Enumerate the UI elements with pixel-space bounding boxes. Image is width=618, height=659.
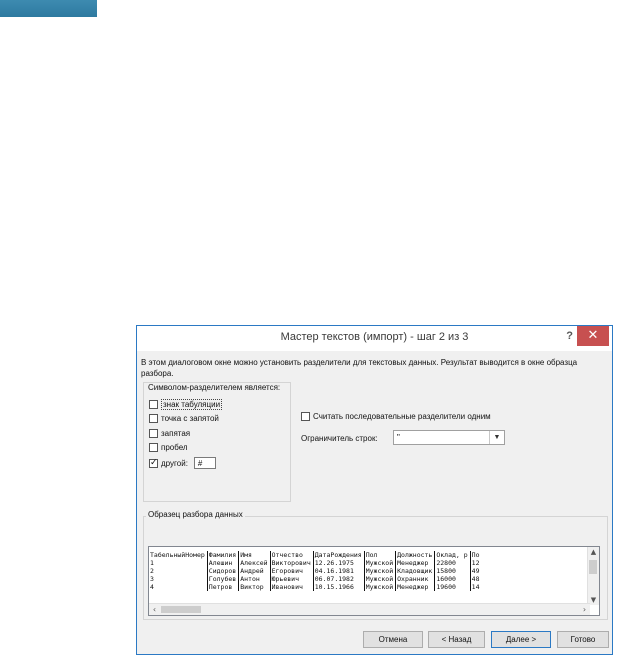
- table-cell[interactable]: 49: [469, 567, 482, 575]
- consecutive-checkbox[interactable]: [301, 412, 310, 421]
- table-cell[interactable]: Антон: [238, 575, 271, 583]
- finish-button[interactable]: Готово: [557, 631, 609, 648]
- table-cell[interactable]: 15800: [434, 567, 471, 575]
- data-preview-box[interactable]: ТабельныйНомер Фамилия Имя Отчество Дата…: [148, 546, 600, 616]
- table-cell[interactable]: Мужской: [363, 559, 396, 567]
- space-checkbox[interactable]: [149, 442, 158, 452]
- table-cell[interactable]: Андрей: [238, 567, 271, 575]
- table-cell[interactable]: Виктор: [238, 583, 271, 591]
- next-button[interactable]: Далее >: [491, 631, 551, 648]
- semicolon-label: точка с запятой: [161, 413, 219, 423]
- table-row: 2 Сидоров Андрей Егорович 04.16.1981 Муж…: [150, 567, 482, 575]
- table-cell[interactable]: 22800: [434, 559, 471, 567]
- tab-label: знак табуляции: [161, 398, 223, 410]
- table-cell[interactable]: Алексей: [238, 559, 271, 567]
- vertical-scrollbar[interactable]: ▲ ▼: [587, 547, 599, 605]
- tab-checkbox[interactable]: [149, 399, 158, 409]
- table-cell[interactable]: Пол: [363, 551, 396, 559]
- chevron-right-icon[interactable]: ›: [579, 604, 590, 615]
- table-cell[interactable]: Иванович: [269, 583, 314, 591]
- close-button[interactable]: ✕: [577, 326, 609, 346]
- other-delimiter-option[interactable]: другой: #: [149, 457, 216, 469]
- consecutive-label: Считать последовательные разделители одн…: [313, 412, 491, 421]
- table-cell[interactable]: По: [469, 551, 482, 559]
- table-cell[interactable]: 16000: [434, 575, 471, 583]
- table-cell[interactable]: 12.26.1975: [312, 559, 365, 567]
- table-cell[interactable]: 3: [150, 575, 207, 583]
- data-preview-table: ТабельныйНомер Фамилия Имя Отчество Дата…: [150, 551, 482, 591]
- other-checkbox[interactable]: [149, 457, 158, 468]
- table-row: ТабельныйНомер Фамилия Имя Отчество Дата…: [150, 551, 482, 559]
- chevron-up-icon[interactable]: ▲: [588, 547, 599, 557]
- table-row: 3 Голубев Антон Юрьевич 06.07.1982 Мужск…: [150, 575, 482, 583]
- horizontal-scroll-thumb[interactable]: [161, 606, 201, 613]
- consecutive-delimiters-option[interactable]: Считать последовательные разделители одн…: [301, 412, 491, 421]
- table-cell[interactable]: Менеджер: [395, 559, 435, 567]
- back-button[interactable]: < Назад: [428, 631, 485, 648]
- space-delimiter-option[interactable]: пробел: [149, 441, 188, 453]
- other-delimiter-input[interactable]: #: [193, 457, 216, 469]
- horizontal-scrollbar[interactable]: ‹ ›: [149, 603, 590, 615]
- semicolon-delimiter-option[interactable]: точка с запятой: [149, 412, 219, 424]
- table-cell[interactable]: Мужской: [363, 567, 396, 575]
- table-cell[interactable]: 14: [469, 583, 482, 591]
- tab-delimiter-option[interactable]: знак табуляции: [149, 398, 223, 410]
- table-cell[interactable]: Голубев: [206, 575, 239, 583]
- table-cell[interactable]: Юрьевич: [269, 575, 314, 583]
- table-cell[interactable]: Охранник: [395, 575, 435, 583]
- title-bar: Мастер текстов (импорт) - шаг 2 из 3 ? ✕: [137, 326, 612, 351]
- table-cell[interactable]: Сидоров: [206, 567, 239, 575]
- text-qualifier-label: Ограничитель строк:: [301, 434, 378, 443]
- table-cell[interactable]: 12: [469, 559, 482, 567]
- table-row: 1 Алешин Алексей Викторович 12.26.1975 М…: [150, 559, 482, 567]
- table-cell[interactable]: Кладовщик: [395, 567, 435, 575]
- table-cell[interactable]: Егорович: [269, 567, 314, 575]
- table-cell[interactable]: Фамилия: [206, 551, 239, 559]
- table-cell[interactable]: Мужской: [363, 583, 396, 591]
- table-cell[interactable]: 1: [150, 559, 207, 567]
- table-cell[interactable]: ДатаРождения: [312, 551, 365, 559]
- dialog-title: Мастер текстов (импорт) - шаг 2 из 3: [280, 331, 469, 343]
- table-cell[interactable]: ТабельныйНомер: [150, 551, 207, 559]
- vertical-scroll-thumb[interactable]: [589, 560, 597, 574]
- table-cell[interactable]: Мужской: [363, 575, 396, 583]
- table-cell[interactable]: 48: [469, 575, 482, 583]
- text-qualifier-select[interactable]: " ▼: [393, 430, 505, 445]
- other-label: другой:: [161, 458, 188, 468]
- table-cell[interactable]: 10.15.1966: [312, 583, 365, 591]
- delimiters-group-title: Символом-разделителем является:: [146, 383, 283, 392]
- table-cell[interactable]: 2: [150, 567, 207, 575]
- space-label: пробел: [161, 442, 188, 452]
- text-import-wizard-dialog: Мастер текстов (импорт) - шаг 2 из 3 ? ✕…: [136, 325, 613, 655]
- table-cell[interactable]: 4: [150, 583, 207, 591]
- table-cell[interactable]: Викторович: [269, 559, 314, 567]
- data-preview-title: Образец разбора данных: [146, 510, 245, 519]
- text-qualifier-value: ": [397, 433, 400, 442]
- table-cell[interactable]: 19600: [434, 583, 471, 591]
- table-cell[interactable]: Имя: [238, 551, 271, 559]
- table-row: 4 Петров Виктор Иванович 10.15.1966 Мужс…: [150, 583, 482, 591]
- table-cell[interactable]: Алешин: [206, 559, 239, 567]
- help-button[interactable]: ?: [566, 330, 573, 342]
- table-cell[interactable]: Отчество: [269, 551, 314, 559]
- intro-text: В этом диалоговом окне можно установить …: [141, 358, 578, 378]
- comma-label: запятая: [161, 428, 191, 438]
- background-window-strip: [0, 0, 97, 17]
- table-cell[interactable]: Должность: [395, 551, 435, 559]
- table-cell[interactable]: 06.07.1982: [312, 575, 365, 583]
- table-cell[interactable]: Оклад, р: [434, 551, 471, 559]
- table-cell[interactable]: Менеджер: [395, 583, 435, 591]
- semicolon-checkbox[interactable]: [149, 413, 158, 423]
- chevron-left-icon[interactable]: ‹: [149, 604, 160, 615]
- table-cell[interactable]: 04.16.1981: [312, 567, 365, 575]
- comma-checkbox[interactable]: [149, 428, 158, 438]
- table-cell[interactable]: Петров: [206, 583, 239, 591]
- cancel-button[interactable]: Отмена: [363, 631, 423, 648]
- chevron-down-icon[interactable]: ▼: [489, 431, 504, 444]
- comma-delimiter-option[interactable]: запятая: [149, 427, 190, 439]
